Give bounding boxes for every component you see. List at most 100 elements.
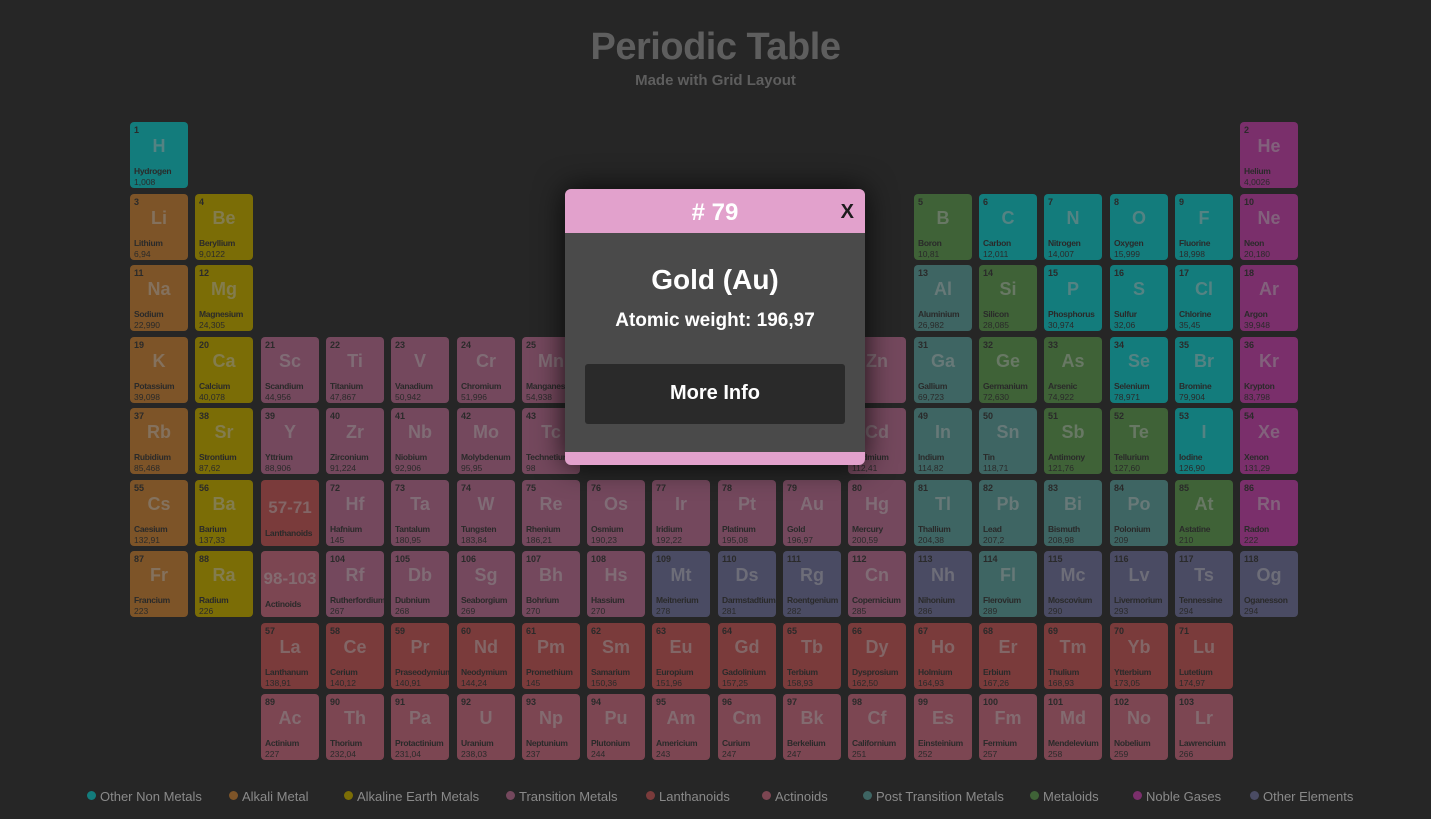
element-tile-hf[interactable]: 72 Hf Hafnium 145 — [326, 480, 384, 546]
element-tile-nh[interactable]: 113 Nh Nihonium 286 — [914, 551, 972, 617]
more-info-button[interactable]: More Info — [585, 364, 845, 424]
element-tile-rb[interactable]: 37 Rb Rubidium 85,468 — [130, 408, 188, 474]
element-tile-au[interactable]: 79 Au Gold 196,97 — [783, 480, 841, 546]
element-tile-k[interactable]: 19 K Potassium 39,098 — [130, 337, 188, 403]
element-tile-no[interactable]: 102 No Nobelium 259 — [1110, 694, 1168, 760]
element-tile-mc[interactable]: 115 Mc Moscovium 290 — [1044, 551, 1102, 617]
element-tile-sg[interactable]: 106 Sg Seaborgium 269 — [457, 551, 515, 617]
element-tile-hg[interactable]: 80 Hg Mercury 200,59 — [848, 480, 906, 546]
element-tile-bk[interactable]: 97 Bk Berkelium 247 — [783, 694, 841, 760]
element-tile-tb[interactable]: 65 Tb Terbium 158,93 — [783, 623, 841, 689]
element-tile-lv[interactable]: 116 Lv Livermorium 293 — [1110, 551, 1168, 617]
element-tile-ge[interactable]: 32 Ge Germanium 72,630 — [979, 337, 1037, 403]
element-tile-in[interactable]: 49 In Indium 114,82 — [914, 408, 972, 474]
element-tile-o[interactable]: 8 O Oxygen 15,999 — [1110, 194, 1168, 260]
element-tile-lu[interactable]: 71 Lu Lutetium 174,97 — [1175, 623, 1233, 689]
element-tile-sm[interactable]: 62 Sm Samarium 150,36 — [587, 623, 645, 689]
element-tile-al[interactable]: 13 Al Aluminium 26,982 — [914, 265, 972, 331]
element-tile-es[interactable]: 99 Es Einsteinium 252 — [914, 694, 972, 760]
element-tile-sc[interactable]: 21 Sc Scandium 44,956 — [261, 337, 319, 403]
element-tile-cf[interactable]: 98 Cf Californium 251 — [848, 694, 906, 760]
element-tile-fm[interactable]: 100 Fm Fermium 257 — [979, 694, 1037, 760]
element-tile-ir[interactable]: 77 Ir Iridium 192,22 — [652, 480, 710, 546]
element-tile-na[interactable]: 11 Na Sodium 22,990 — [130, 265, 188, 331]
element-tile-ar[interactable]: 18 Ar Argon 39,948 — [1240, 265, 1298, 331]
element-tile-hs[interactable]: 108 Hs Hassium 270 — [587, 551, 645, 617]
element-tile-p[interactable]: 15 P Phosphorus 30,974 — [1044, 265, 1102, 331]
element-tile-ce[interactable]: 58 Ce Cerium 140,12 — [326, 623, 384, 689]
element-tile-eu[interactable]: 63 Eu Europium 151,96 — [652, 623, 710, 689]
element-tile-dy[interactable]: 66 Dy Dysprosium 162,50 — [848, 623, 906, 689]
element-tile-ac[interactable]: 89 Ac Actinium 227 — [261, 694, 319, 760]
element-tile-rn[interactable]: 86 Rn Radon 222 — [1240, 480, 1298, 546]
element-tile-ts[interactable]: 117 Ts Tennessine 294 — [1175, 551, 1233, 617]
element-tile-tm[interactable]: 69 Tm Thulium 168,93 — [1044, 623, 1102, 689]
element-tile-pr[interactable]: 59 Pr Praseodymium 140,91 — [391, 623, 449, 689]
element-tile-la[interactable]: 57 La Lanthanum 138,91 — [261, 623, 319, 689]
element-tile-98-103[interactable]: 98-103 Actinoids — [261, 551, 319, 617]
element-tile-te[interactable]: 52 Te Tellurium 127,60 — [1110, 408, 1168, 474]
element-tile-pm[interactable]: 61 Pm Promethium 145 — [522, 623, 580, 689]
element-tile-be[interactable]: 4 Be Beryllium 9,0122 — [195, 194, 253, 260]
element-tile-er[interactable]: 68 Er Erbium 167,26 — [979, 623, 1037, 689]
element-tile-cm[interactable]: 96 Cm Curium 247 — [718, 694, 776, 760]
element-tile-lr[interactable]: 103 Lr Lawrencium 266 — [1175, 694, 1233, 760]
element-tile-he[interactable]: 2 He Helium 4,0026 — [1240, 122, 1298, 188]
element-tile-si[interactable]: 14 Si Silicon 28,085 — [979, 265, 1037, 331]
element-tile-md[interactable]: 101 Md Mendelevium 258 — [1044, 694, 1102, 760]
element-tile-bi[interactable]: 83 Bi Bismuth 208,98 — [1044, 480, 1102, 546]
element-tile-ta[interactable]: 73 Ta Tantalum 180,95 — [391, 480, 449, 546]
element-tile-cl[interactable]: 17 Cl Chlorine 35,45 — [1175, 265, 1233, 331]
element-tile-nd[interactable]: 60 Nd Neodymium 144,24 — [457, 623, 515, 689]
element-tile-tl[interactable]: 81 Tl Thallium 204,38 — [914, 480, 972, 546]
element-tile-cs[interactable]: 55 Cs Caesium 132,91 — [130, 480, 188, 546]
element-tile-bh[interactable]: 107 Bh Bohrium 270 — [522, 551, 580, 617]
element-tile-ba[interactable]: 56 Ba Barium 137,33 — [195, 480, 253, 546]
element-tile-pt[interactable]: 78 Pt Platinum 195,08 — [718, 480, 776, 546]
element-tile-re[interactable]: 75 Re Rhenium 186,21 — [522, 480, 580, 546]
element-tile-h[interactable]: 1 H Hydrogen 1,008 — [130, 122, 188, 188]
element-tile-v[interactable]: 23 V Vanadium 50,942 — [391, 337, 449, 403]
element-tile-pu[interactable]: 94 Pu Plutonium 244 — [587, 694, 645, 760]
modal-close-button[interactable]: X — [841, 201, 854, 224]
element-tile-sb[interactable]: 51 Sb Antimony 121,76 — [1044, 408, 1102, 474]
element-tile-zr[interactable]: 40 Zr Zirconium 91,224 — [326, 408, 384, 474]
element-tile-ne[interactable]: 10 Ne Neon 20,180 — [1240, 194, 1298, 260]
element-tile-rg[interactable]: 111 Rg Roentgenium 282 — [783, 551, 841, 617]
element-tile-gd[interactable]: 64 Gd Gadolinium 157,25 — [718, 623, 776, 689]
element-tile-xe[interactable]: 54 Xe Xenon 131,29 — [1240, 408, 1298, 474]
element-tile-ho[interactable]: 67 Ho Holmium 164,93 — [914, 623, 972, 689]
element-tile-at[interactable]: 85 At Astatine 210 — [1175, 480, 1233, 546]
element-tile-ga[interactable]: 31 Ga Gallium 69,723 — [914, 337, 972, 403]
element-tile-sr[interactable]: 38 Sr Strontium 87,62 — [195, 408, 253, 474]
element-tile-rf[interactable]: 104 Rf Rutherfordium 267 — [326, 551, 384, 617]
element-tile-th[interactable]: 90 Th Thorium 232,04 — [326, 694, 384, 760]
element-tile-ra[interactable]: 88 Ra Radium 226 — [195, 551, 253, 617]
element-tile-ca[interactable]: 20 Ca Calcium 40,078 — [195, 337, 253, 403]
element-tile-kr[interactable]: 36 Kr Krypton 83,798 — [1240, 337, 1298, 403]
element-tile-po[interactable]: 84 Po Polonium 209 — [1110, 480, 1168, 546]
element-tile-db[interactable]: 105 Db Dubnium 268 — [391, 551, 449, 617]
element-tile-mo[interactable]: 42 Mo Molybdenum 95,95 — [457, 408, 515, 474]
element-tile-li[interactable]: 3 Li Lithium 6,94 — [130, 194, 188, 260]
element-tile-s[interactable]: 16 S Sulfur 32,06 — [1110, 265, 1168, 331]
element-tile-ti[interactable]: 22 Ti Titanium 47,867 — [326, 337, 384, 403]
element-tile-yb[interactable]: 70 Yb Ytterbium 173,05 — [1110, 623, 1168, 689]
element-tile-n[interactable]: 7 N Nitrogen 14,007 — [1044, 194, 1102, 260]
element-tile-as[interactable]: 33 As Arsenic 74,922 — [1044, 337, 1102, 403]
element-tile-fl[interactable]: 114 Fl Flerovium 289 — [979, 551, 1037, 617]
element-tile-pa[interactable]: 91 Pa Protactinium 231,04 — [391, 694, 449, 760]
element-tile-c[interactable]: 6 C Carbon 12,011 — [979, 194, 1037, 260]
element-tile-fr[interactable]: 87 Fr Francium 223 — [130, 551, 188, 617]
element-tile-y[interactable]: 39 Y Yttrium 88,906 — [261, 408, 319, 474]
element-tile-w[interactable]: 74 W Tungsten 183,84 — [457, 480, 515, 546]
element-tile-f[interactable]: 9 F Fluorine 18,998 — [1175, 194, 1233, 260]
element-tile-np[interactable]: 93 Np Neptunium 237 — [522, 694, 580, 760]
element-tile-mt[interactable]: 109 Mt Meitnerium 278 — [652, 551, 710, 617]
element-tile-sn[interactable]: 50 Sn Tin 118,71 — [979, 408, 1037, 474]
element-tile-u[interactable]: 92 U Uranium 238,03 — [457, 694, 515, 760]
element-tile-cn[interactable]: 112 Cn Copernicium 285 — [848, 551, 906, 617]
element-tile-i[interactable]: 53 I Iodine 126,90 — [1175, 408, 1233, 474]
element-tile-mg[interactable]: 12 Mg Magnesium 24,305 — [195, 265, 253, 331]
element-tile-57-71[interactable]: 57-71 Lanthanoids — [261, 480, 319, 546]
